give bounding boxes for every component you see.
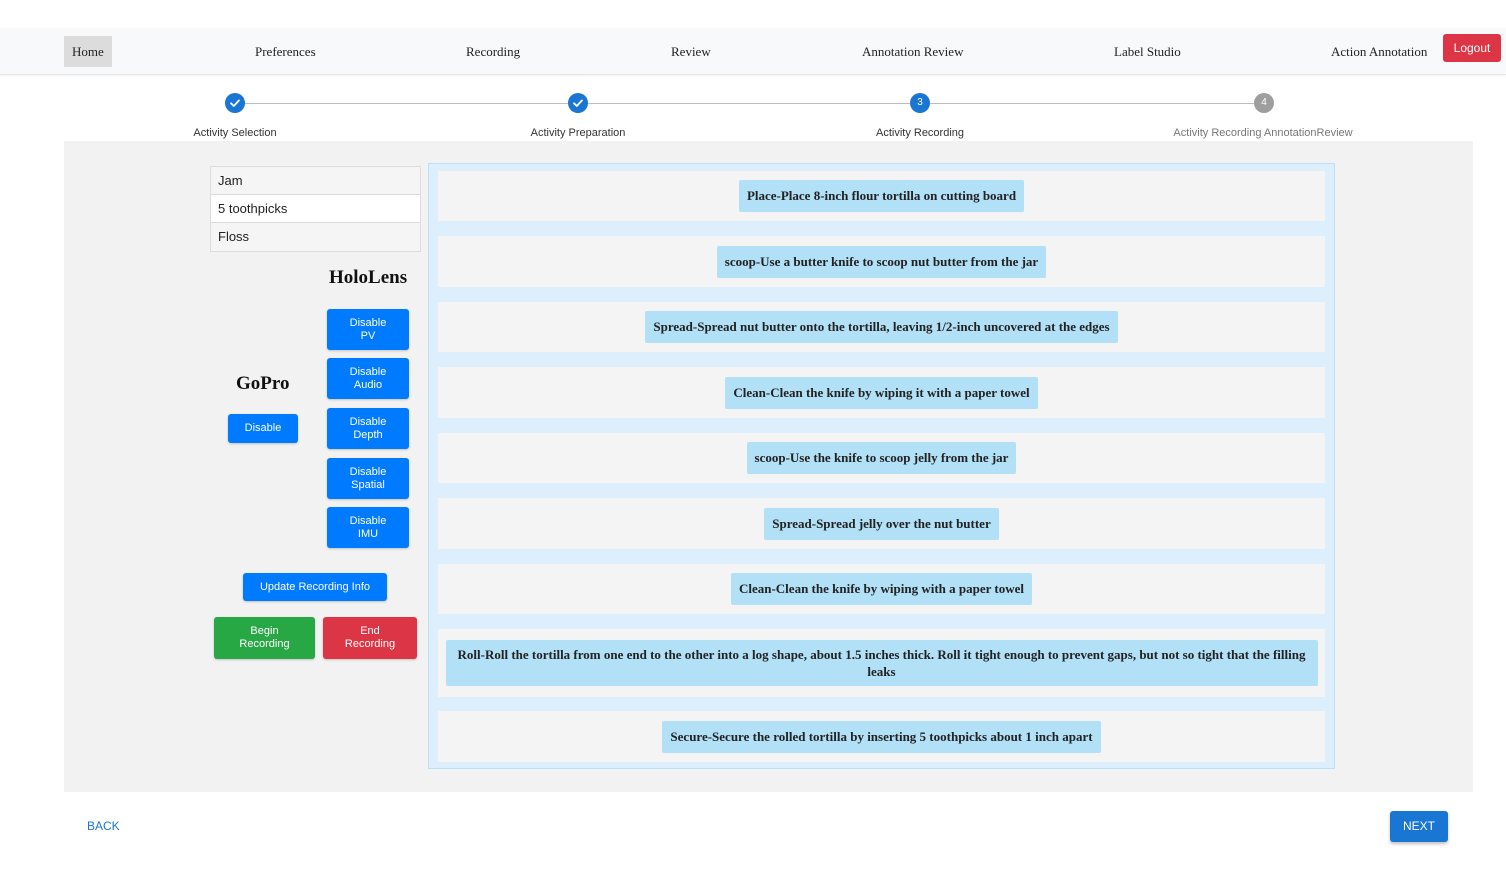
top-navbar: Home Preferences Recording Review Annota… xyxy=(0,28,1506,75)
button-label: Disable xyxy=(349,465,387,478)
button-label: IMU xyxy=(357,527,379,540)
recipe-step-row: Roll-Roll the tortilla from one end to t… xyxy=(438,629,1325,697)
nav-annotation-review[interactable]: Annotation Review xyxy=(862,36,963,67)
button-label: Depth xyxy=(353,428,383,441)
step-1-check-icon xyxy=(225,93,245,113)
button-label: Spatial xyxy=(351,478,385,491)
next-button[interactable]: NEXT xyxy=(1390,811,1448,842)
button-label: Begin xyxy=(250,625,279,637)
step-2-label: Activity Preparation xyxy=(530,127,626,139)
nav-label-studio[interactable]: Label Studio xyxy=(1114,36,1181,67)
begin-recording-button[interactable]: Begin Recording xyxy=(214,617,315,659)
step-4-label: Activity Recording AnnotationReview xyxy=(1173,127,1353,139)
recipe-step-row: Clean-Clean the knife by wiping with a p… xyxy=(438,564,1325,614)
recipe-step-row: Clean-Clean the knife by wiping it with … xyxy=(438,367,1325,418)
gopro-disable-button[interactable]: Disable xyxy=(228,414,298,443)
recipe-steps-panel: Place-Place 8-inch flour tortilla on cut… xyxy=(428,163,1335,769)
button-label: Audio xyxy=(353,378,383,391)
button-label: Recording xyxy=(344,638,396,650)
recipe-step[interactable]: Place-Place 8-inch flour tortilla on cut… xyxy=(738,180,1025,212)
stepper-connector xyxy=(588,103,910,104)
stepper-connector xyxy=(245,103,568,104)
gopro-title: GoPro xyxy=(236,373,290,394)
recipe-step-row: scoop-Use a butter knife to scoop nut bu… xyxy=(438,236,1325,287)
button-label: Disable xyxy=(349,365,387,378)
recipe-step[interactable]: Clean-Clean the knife by wiping it with … xyxy=(725,376,1038,409)
recipe-step[interactable]: Spread-Spread jelly over the nut butter xyxy=(764,507,999,540)
update-recording-info-button[interactable]: Update Recording Info xyxy=(243,573,387,601)
recipe-step[interactable]: Secure-Secure the rolled tortilla by ins… xyxy=(662,720,1101,753)
nav-action-annotation[interactable]: Action Annotation xyxy=(1331,36,1427,67)
disable-depth-button[interactable]: Disable Depth xyxy=(327,408,409,449)
disable-spatial-button[interactable]: Disable Spatial xyxy=(327,458,409,499)
hololens-title: HoloLens xyxy=(329,267,408,288)
recipe-step-row: Spread-Spread jelly over the nut butter xyxy=(438,498,1325,549)
button-label: Disable xyxy=(349,514,387,527)
disable-imu-button[interactable]: Disable IMU xyxy=(327,507,409,548)
button-label: PV xyxy=(360,329,376,342)
step-4-number: 4 xyxy=(1254,93,1274,113)
step-2-check-icon xyxy=(568,93,588,113)
button-label: Disable xyxy=(349,415,387,428)
logout-button[interactable]: Logout xyxy=(1443,34,1501,62)
list-item: Floss xyxy=(211,223,420,251)
step-1-label: Activity Selection xyxy=(193,127,277,139)
step-3-label: Activity Recording xyxy=(875,127,965,139)
recipe-step-row: Spread-Spread nut butter onto the tortil… xyxy=(438,302,1325,352)
step-3-number: 3 xyxy=(910,93,930,113)
button-label: Disable xyxy=(349,316,387,329)
recipe-step[interactable]: Roll-Roll the tortilla from one end to t… xyxy=(445,640,1318,686)
recipe-step-row: Secure-Secure the rolled tortilla by ins… xyxy=(438,711,1325,762)
nav-review[interactable]: Review xyxy=(671,36,711,67)
button-label: End xyxy=(360,625,380,637)
recipe-step[interactable]: scoop-Use the knife to scoop jelly from … xyxy=(746,442,1017,474)
list-item: 5 toothpicks xyxy=(211,195,420,223)
items-list: Jam 5 toothpicks Floss xyxy=(210,166,421,252)
recipe-step-row: scoop-Use the knife to scoop jelly from … xyxy=(438,433,1325,483)
back-button[interactable]: BACK xyxy=(80,814,127,838)
button-label: Recording xyxy=(239,638,290,650)
list-item: Jam xyxy=(211,167,420,195)
nav-home[interactable]: Home xyxy=(64,36,112,67)
disable-pv-button[interactable]: Disable PV xyxy=(327,309,409,350)
nav-recording[interactable]: Recording xyxy=(466,36,520,67)
nav-preferences[interactable]: Preferences xyxy=(255,36,316,67)
recipe-step-row: Place-Place 8-inch flour tortilla on cut… xyxy=(438,171,1325,221)
recipe-step[interactable]: Spread-Spread nut butter onto the tortil… xyxy=(645,311,1118,343)
stepper-connector xyxy=(930,103,1254,104)
recipe-step[interactable]: Clean-Clean the knife by wiping with a p… xyxy=(730,573,1033,605)
disable-audio-button[interactable]: Disable Audio xyxy=(327,358,409,399)
recipe-step[interactable]: scoop-Use a butter knife to scoop nut bu… xyxy=(716,245,1047,278)
end-recording-button[interactable]: End Recording xyxy=(323,617,417,659)
